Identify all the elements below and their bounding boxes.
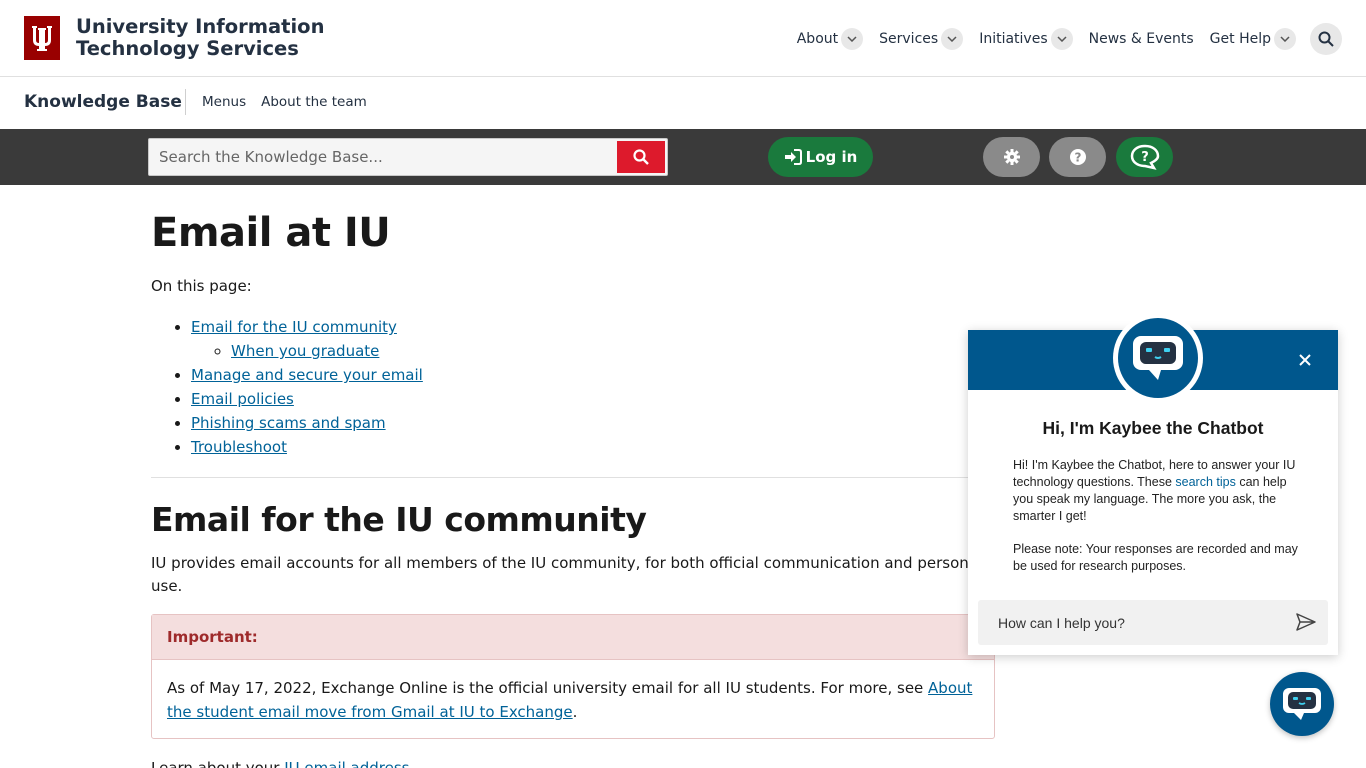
nav-label: Services [879, 31, 939, 47]
section-divider [151, 477, 996, 478]
callout-heading: Important: [152, 615, 994, 660]
toc-link-phishing[interactable]: Phishing scams and spam [191, 414, 386, 432]
chatbot-input[interactable] [978, 600, 1278, 645]
main-nav: About Services Initiatives News & Events… [781, 23, 1342, 55]
chatbot-launcher-button[interactable] [1270, 672, 1334, 736]
robot-chat-icon [1283, 688, 1321, 720]
nav-item-services[interactable]: Services [879, 28, 964, 50]
chatbot-note: Please note: Your responses are recorded… [1013, 542, 1298, 573]
toc-link-email-community[interactable]: Email for the IU community [191, 318, 397, 336]
nav-item-news-events[interactable]: News & Events [1089, 31, 1194, 47]
question-circle-icon: ? [1069, 149, 1086, 165]
sign-in-icon [784, 149, 802, 165]
nav-item-get-help[interactable]: Get Help [1210, 28, 1296, 50]
toc-item: Manage and secure your email [191, 363, 423, 387]
chatbot-close-button[interactable] [1294, 349, 1316, 371]
chatbot-avatar-inner [1118, 318, 1198, 398]
kb-search-input[interactable] [149, 139, 615, 175]
chatbot-send-button[interactable] [1294, 610, 1318, 634]
close-icon [1299, 354, 1311, 366]
site-title-line1: University Information [76, 15, 325, 38]
chatbot-message: Hi! I'm Kaybee the Chatbot, here to answ… [1013, 457, 1298, 525]
trident-icon [32, 26, 52, 51]
learn-text: Learn about your [151, 759, 285, 768]
nav-label: About [796, 31, 839, 47]
kb-search-button[interactable] [617, 141, 665, 173]
chevron-down-icon[interactable] [841, 28, 864, 50]
kb-divider [185, 89, 186, 115]
chevron-down-icon[interactable] [1050, 28, 1073, 50]
section-heading: Email for the IU community [151, 500, 647, 539]
intro-paragraph: IU provides email accounts for all membe… [151, 554, 983, 595]
kb-bar: Knowledge Base Menus About the team [0, 77, 1366, 129]
nav-item-initiatives[interactable]: Initiatives [979, 28, 1073, 50]
kb-link-about-team[interactable]: About the team [261, 94, 367, 110]
on-this-page-label: On this page: [151, 277, 252, 295]
svg-text:?: ? [1074, 151, 1081, 165]
toc-item: Email for the IU community When you grad… [191, 315, 423, 363]
chatbot-input-wrap [978, 600, 1328, 645]
toc-item: Troubleshoot [191, 435, 423, 459]
toc-item: Email policies [191, 387, 423, 411]
chatbot-toggle-button[interactable]: ? [1116, 137, 1173, 177]
send-icon [1296, 613, 1316, 631]
important-callout: Important: As of May 17, 2022, Exchange … [151, 614, 995, 739]
toc-link-manage-secure[interactable]: Manage and secure your email [191, 366, 423, 384]
iu-email-address-link[interactable]: IU email address [284, 759, 409, 768]
learn-paragraph: Learn about your IU email address [151, 759, 410, 768]
page-title: Email at IU [151, 210, 391, 256]
callout-text: As of May 17, 2022, Exchange Online is t… [167, 679, 929, 697]
toc-item: When you graduate [231, 339, 423, 363]
nav-label: Get Help [1209, 31, 1271, 47]
kb-toolbar: Log in ? ? [0, 129, 1366, 185]
login-button[interactable]: Log in [768, 137, 873, 177]
search-tips-link[interactable]: search tips [1175, 475, 1235, 489]
toc-link-when-you-graduate[interactable]: When you graduate [231, 342, 379, 360]
chatbot-avatar [1113, 313, 1203, 403]
callout-body: As of May 17, 2022, Exchange Online is t… [152, 660, 994, 740]
settings-button[interactable] [983, 137, 1040, 177]
iu-trident-logo[interactable] [24, 16, 60, 60]
gear-icon [1003, 149, 1020, 165]
kb-links: Menus About the team [202, 94, 367, 110]
chat-question-icon: ? [1130, 144, 1159, 170]
help-button[interactable]: ? [1049, 137, 1106, 177]
toc-link-troubleshoot[interactable]: Troubleshoot [191, 438, 287, 456]
robot-chat-icon [1133, 336, 1183, 380]
search-icon [1318, 31, 1334, 47]
table-of-contents: Email for the IU community When you grad… [191, 315, 423, 459]
chevron-down-icon[interactable] [941, 28, 964, 50]
header-search-button[interactable] [1310, 23, 1342, 55]
login-label: Log in [805, 148, 858, 166]
chatbot-panel: Hi, I'm Kaybee the Chatbot Hi! I'm Kaybe… [968, 313, 1338, 655]
callout-end: . [572, 703, 578, 721]
site-header: University Information Technology Servic… [0, 0, 1366, 77]
kb-link-menus[interactable]: Menus [202, 94, 246, 110]
chatbot-title: Hi, I'm Kaybee the Chatbot [1042, 418, 1264, 438]
svg-text:?: ? [1141, 150, 1149, 165]
toc-link-email-policies[interactable]: Email policies [191, 390, 294, 408]
nav-label: Initiatives [979, 31, 1048, 47]
nav-item-about[interactable]: About [796, 28, 864, 50]
site-title[interactable]: University Information Technology Servic… [76, 16, 324, 60]
site-title-line2: Technology Services [76, 37, 299, 60]
chevron-down-icon[interactable] [1274, 28, 1296, 50]
toc-item: Phishing scams and spam [191, 411, 423, 435]
kb-search-box [148, 138, 668, 176]
search-icon [633, 149, 649, 165]
nav-label: News & Events [1088, 31, 1194, 47]
kb-title[interactable]: Knowledge Base [24, 92, 182, 112]
